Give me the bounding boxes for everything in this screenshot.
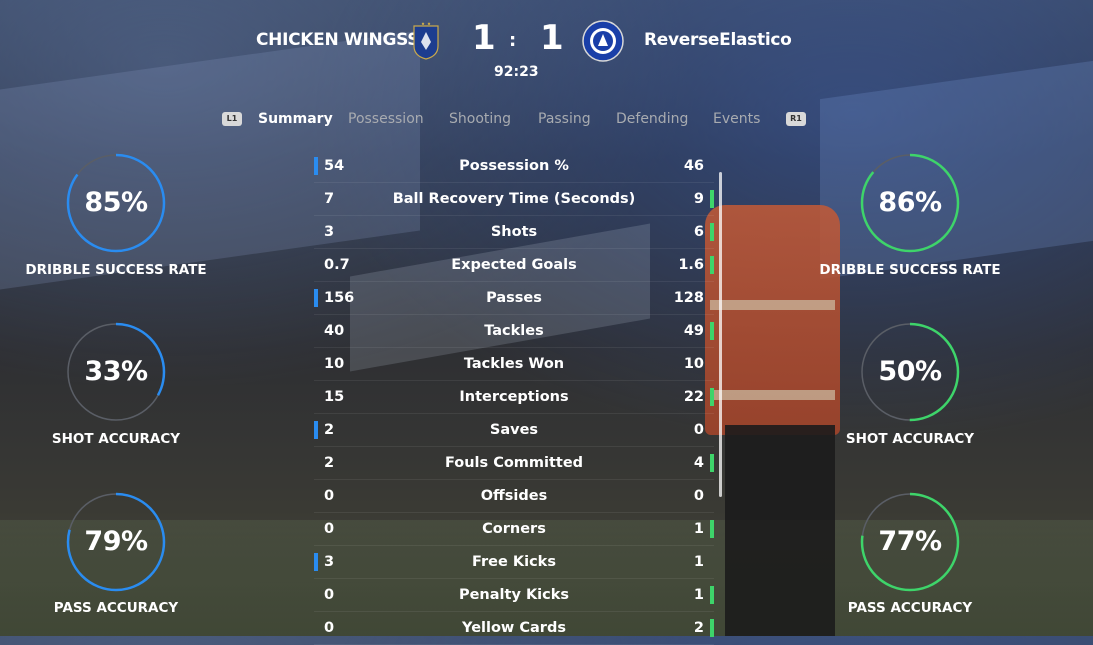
away-lead-indicator [710, 223, 714, 241]
away-lead-indicator [710, 520, 714, 538]
stat-label: Ball Recovery Time (Seconds) [392, 191, 636, 207]
stat-row: 15 Interceptions 22 [314, 381, 714, 414]
home-pass-ring: 79% [66, 492, 166, 592]
home-team-name: CHICKEN WINGSS [256, 30, 420, 50]
away-lead-indicator [710, 454, 714, 472]
away-stat-value: 2 [693, 620, 704, 636]
away-stat-value: 9 [693, 191, 704, 207]
away-pass-label: PASS ACCURACY [847, 600, 973, 616]
stat-label: Passes [486, 290, 542, 306]
stat-row: 0 Yellow Cards 2 [314, 612, 714, 645]
stat-row: 7 Ball Recovery Time (Seconds) 9 [314, 183, 714, 216]
home-score: 1 [472, 18, 496, 58]
away-dribble-ring: 86% [860, 153, 960, 253]
stat-row: 3 Free Kicks 1 [314, 546, 714, 579]
stats-table: 54 Possession % 46 7 Ball Recovery Time (Sec… [314, 150, 714, 645]
stat-row: 0.7 Expected Goals 1.6 [314, 249, 714, 282]
stat-label: Expected Goals [451, 257, 577, 273]
away-stat-value: 1.6 [678, 257, 704, 273]
away-stat-value: 128 [673, 290, 704, 306]
stat-label: Tackles [484, 323, 544, 339]
stat-row: 156 Passes 128 [314, 282, 714, 315]
home-pass-value: 79% [84, 526, 148, 557]
stat-label: Offsides [480, 488, 548, 504]
away-team-name: ReverseElastico [644, 30, 792, 50]
away-stat-value: 6 [693, 224, 704, 240]
l1-button-hint[interactable]: L1 [222, 112, 242, 126]
stat-label: Tackles Won [463, 356, 565, 372]
stat-label: Shots [490, 224, 538, 240]
home-pass-label: PASS ACCURACY [53, 600, 179, 616]
home-shot-label: SHOT ACCURACY [51, 431, 181, 447]
away-stat-value: 4 [693, 455, 704, 471]
away-stat-value: 1 [693, 521, 704, 537]
home-dribble-ring: 85% [66, 153, 166, 253]
tab-defending[interactable]: Defending [616, 111, 688, 127]
home-dribble-value: 85% [84, 187, 148, 218]
away-stat-value: 49 [683, 323, 704, 339]
tab-summary[interactable]: Summary [258, 111, 333, 127]
tab-passing[interactable]: Passing [538, 111, 591, 127]
away-stat-value: 1 [693, 587, 704, 603]
away-stat-value: 0 [693, 488, 704, 504]
away-lead-indicator [710, 388, 714, 406]
away-dribble-value: 86% [878, 187, 942, 218]
away-dribble-label: DRIBBLE SUCCESS RATE [819, 262, 1001, 278]
france-crest-icon [413, 22, 439, 60]
stat-label: Saves [489, 422, 539, 438]
stats-scrollbar[interactable] [719, 172, 722, 497]
away-lead-indicator [710, 190, 714, 208]
stat-label: Interceptions [459, 389, 569, 405]
home-shot-ring: 33% [66, 322, 166, 422]
match-clock: 92:23 [494, 64, 539, 80]
stat-label: Free Kicks [472, 554, 556, 570]
away-score: 1 [540, 18, 564, 58]
stat-row: 0 Offsides 0 [314, 480, 714, 513]
away-lead-indicator [710, 256, 714, 274]
stat-label: Possession % [459, 158, 569, 174]
away-stat-value: 10 [683, 356, 704, 372]
away-stat-value: 46 [683, 158, 704, 174]
stat-label: Fouls Committed [444, 455, 584, 471]
away-stat-value: 22 [683, 389, 704, 405]
tab-shooting[interactable]: Shooting [449, 111, 511, 127]
away-shot-value: 50% [878, 356, 942, 387]
stat-row: 3 Shots 6 [314, 216, 714, 249]
away-stat-value: 1 [693, 554, 704, 570]
stat-row: 10 Tackles Won 10 [314, 348, 714, 381]
stat-row: 0 Penalty Kicks 1 [314, 579, 714, 612]
chelsea-crest-icon [582, 20, 624, 62]
away-lead-indicator [710, 619, 714, 637]
stat-row: 2 Saves 0 [314, 414, 714, 447]
away-pass-value: 77% [878, 526, 942, 557]
stat-row: 2 Fouls Committed 4 [314, 447, 714, 480]
stat-label: Yellow Cards [462, 620, 566, 636]
tab-possession[interactable]: Possession [348, 111, 424, 127]
home-dribble-label: DRIBBLE SUCCESS RATE [25, 262, 207, 278]
away-pass-ring: 77% [860, 492, 960, 592]
stat-label: Penalty Kicks [458, 587, 570, 603]
away-shot-ring: 50% [860, 322, 960, 422]
tab-events[interactable]: Events [713, 111, 760, 127]
r1-button-hint[interactable]: R1 [786, 112, 806, 126]
away-shot-label: SHOT ACCURACY [845, 431, 975, 447]
away-lead-indicator [710, 322, 714, 340]
score-separator: : [509, 30, 517, 51]
away-lead-indicator [710, 586, 714, 604]
stat-label: Corners [482, 521, 546, 537]
stat-row: 40 Tackles 49 [314, 315, 714, 348]
home-shot-value: 33% [84, 356, 148, 387]
away-stat-value: 0 [693, 422, 704, 438]
stat-row: 0 Corners 1 [314, 513, 714, 546]
stat-row: 54 Possession % 46 [314, 150, 714, 183]
